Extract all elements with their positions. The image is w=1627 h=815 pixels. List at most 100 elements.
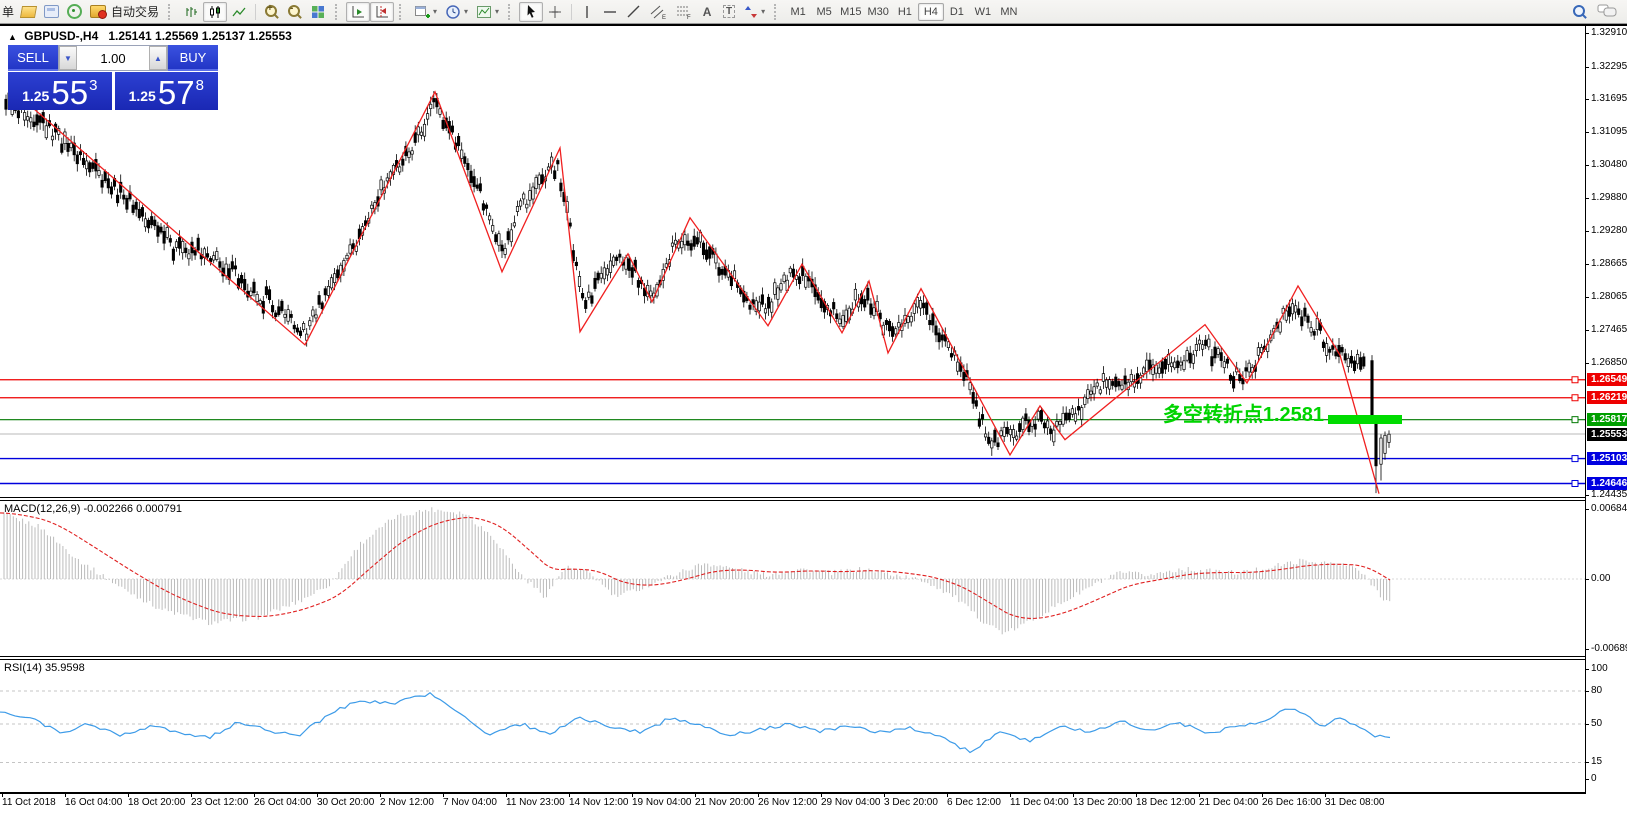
sell-price-display[interactable]: 1.25 55 3 <box>8 72 112 110</box>
date-label: 21 Nov 20:00 <box>695 797 755 808</box>
chart-ohlc: 1.25141 1.25569 1.25137 1.25553 <box>108 29 292 43</box>
zoom-in-icon: + <box>264 4 279 19</box>
price-tick: 1.31695 <box>1591 93 1627 104</box>
chart-shift-button[interactable] <box>370 2 394 22</box>
time-tick-mark <box>506 794 507 797</box>
fibonacci-button[interactable]: F <box>671 2 696 22</box>
svg-text:F: F <box>687 15 691 20</box>
period-selector-button[interactable]: ▾ <box>441 2 472 22</box>
toolbar-separator <box>255 4 256 20</box>
toolbar-grip <box>774 4 782 20</box>
axis-tick-mark <box>1586 691 1589 692</box>
macd-pane[interactable] <box>0 501 1585 656</box>
vertical-line-button[interactable] <box>576 2 598 22</box>
text-label-button[interactable]: T <box>718 2 740 22</box>
sell-price-sup: 3 <box>89 77 97 94</box>
new-order-button[interactable]: 单 <box>2 3 17 20</box>
tile-windows-icon <box>310 4 326 20</box>
toolbar-grip <box>168 4 176 20</box>
rsi-chart[interactable] <box>0 660 1585 792</box>
horizontal-line-button[interactable] <box>598 2 622 22</box>
time-tick-mark <box>380 794 381 797</box>
text-button[interactable]: A <box>696 2 718 22</box>
price-tick: 1.28065 <box>1591 291 1627 302</box>
price-chart-pane[interactable] <box>0 26 1585 497</box>
line-chart-icon <box>231 4 247 20</box>
crosshair-button[interactable] <box>543 2 567 22</box>
timeframe-mn[interactable]: MN <box>996 3 1022 21</box>
date-label: 2 Nov 12:00 <box>380 797 434 808</box>
clock-icon <box>445 4 461 20</box>
tile-windows-button[interactable] <box>306 2 330 22</box>
trendline-icon <box>626 4 642 20</box>
sell-button[interactable]: SELL <box>8 45 58 71</box>
autotrading-label: 自动交易 <box>111 3 159 20</box>
volume-down-button[interactable]: ▼ <box>59 46 77 70</box>
line-chart-button[interactable] <box>227 2 251 22</box>
arrows-button[interactable]: ▾ <box>740 2 769 22</box>
volume-up-button[interactable]: ▲ <box>149 46 167 70</box>
timeframe-d1[interactable]: D1 <box>944 3 970 21</box>
signals-button[interactable] <box>63 2 86 22</box>
notes-button[interactable] <box>17 2 40 22</box>
zoom-out-button[interactable]: - <box>283 2 306 22</box>
candlestick-chart-button[interactable] <box>203 2 227 22</box>
timeframe-m5[interactable]: M5 <box>811 3 837 21</box>
date-label: 11 Oct 2018 <box>2 797 56 808</box>
date-label: 23 Oct 12:00 <box>191 797 248 808</box>
buy-price-display[interactable]: 1.25 57 8 <box>115 72 219 110</box>
date-label: 7 Nov 04:00 <box>443 797 497 808</box>
macd-chart[interactable] <box>0 501 1585 656</box>
timeframe-w1[interactable]: W1 <box>970 3 996 21</box>
dropdown-caret-icon[interactable]: ▾ <box>761 7 765 16</box>
buy-button[interactable]: BUY <box>168 45 218 71</box>
time-axis-line[interactable] <box>0 792 1586 794</box>
equidistant-channel-button[interactable]: E <box>646 2 671 22</box>
indicator-list-button[interactable]: ▾ <box>472 2 503 22</box>
autotrading-button[interactable]: 自动交易 <box>86 2 163 22</box>
timeframe-m1[interactable]: M1 <box>785 3 811 21</box>
time-tick-mark <box>65 794 66 797</box>
dropdown-caret-icon[interactable]: ▾ <box>464 7 468 16</box>
axis-tick-mark <box>1586 264 1589 265</box>
price-tick: 1.32910 <box>1591 27 1627 38</box>
new-chart-button[interactable]: ▾ <box>410 2 441 22</box>
chart-symbol-period: GBPUSD-,H4 <box>24 29 98 43</box>
timeframe-m15[interactable]: M15 <box>837 3 864 21</box>
macd-label: MACD(12,26,9) -0.002266 0.000791 <box>4 503 182 515</box>
chart-annotation-text[interactable]: 多空转折点1.2581 <box>1038 398 1324 427</box>
auto-scroll-button[interactable] <box>346 2 370 22</box>
toolbar-separator <box>571 4 572 20</box>
candlestick-chart[interactable] <box>0 26 1585 497</box>
time-tick-mark <box>758 794 759 797</box>
collapse-icon[interactable]: ▲ <box>8 32 17 42</box>
rsi-pane[interactable] <box>0 660 1585 792</box>
chart-annotation-marker[interactable] <box>1328 415 1402 424</box>
publish-button[interactable] <box>40 2 63 22</box>
time-tick-mark <box>1325 794 1326 797</box>
toolbar-grip <box>399 4 407 20</box>
timeframe-h1[interactable]: H1 <box>892 3 918 21</box>
price-tag: 1.25103 <box>1587 452 1627 465</box>
chat-icon[interactable] <box>1597 4 1617 19</box>
price-tick: 1.26850 <box>1591 357 1627 368</box>
pane-separator[interactable] <box>0 497 1627 501</box>
date-label: 19 Nov 04:00 <box>632 797 692 808</box>
bar-chart-button[interactable] <box>179 2 203 22</box>
price-tick: 1.29880 <box>1591 192 1627 203</box>
timeframe-h4[interactable]: H4 <box>918 3 944 21</box>
zoom-in-button[interactable]: + <box>260 2 283 22</box>
cursor-button[interactable] <box>519 2 543 22</box>
dropdown-caret-icon[interactable]: ▾ <box>433 7 437 16</box>
date-label: 30 Oct 20:00 <box>317 797 374 808</box>
search-icon[interactable] <box>1572 4 1587 19</box>
time-tick-mark <box>632 794 633 797</box>
timeframe-m30[interactable]: M30 <box>864 3 891 21</box>
trendline-button[interactable] <box>622 2 646 22</box>
dropdown-caret-icon[interactable]: ▾ <box>495 7 499 16</box>
price-axis[interactable]: 1.329101.322951.316951.310951.304801.298… <box>1585 26 1627 794</box>
axis-tick-mark <box>1586 649 1589 650</box>
price-tick: 1.24435 <box>1591 489 1627 500</box>
volume-field[interactable]: 1.00 <box>77 46 149 70</box>
pane-separator[interactable] <box>0 656 1627 660</box>
